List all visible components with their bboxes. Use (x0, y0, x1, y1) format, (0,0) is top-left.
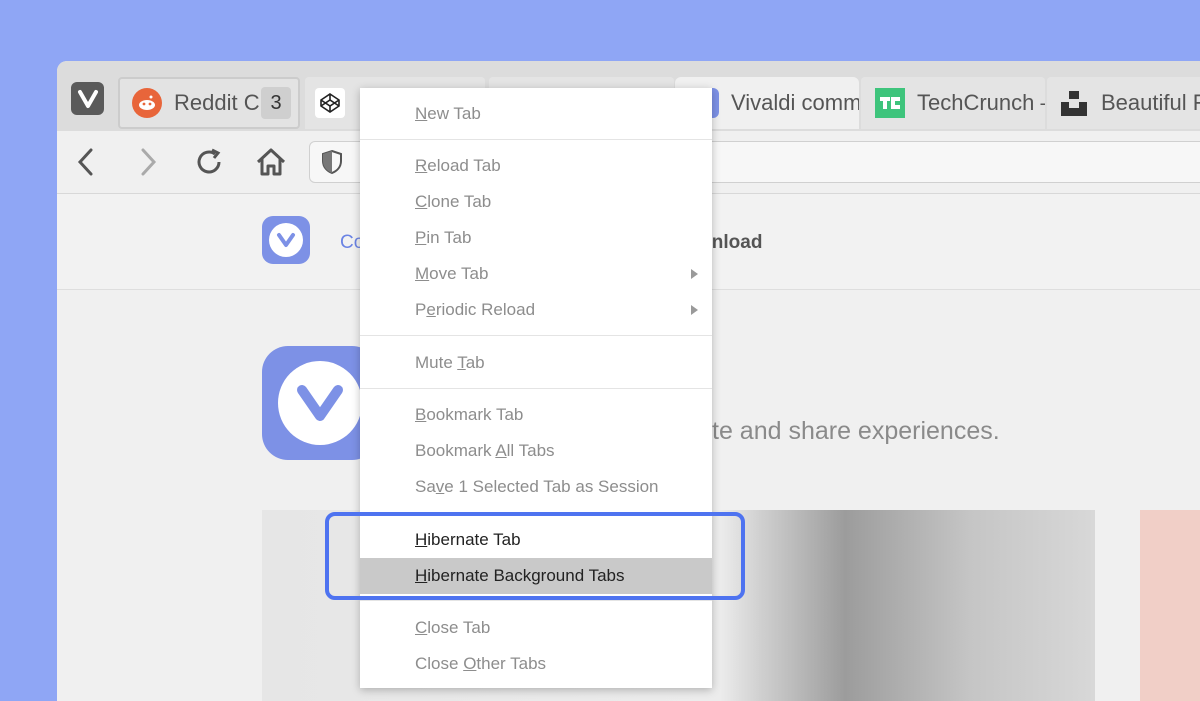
vivaldi-logo-icon (77, 89, 98, 108)
vivaldi-menu-button[interactable] (71, 82, 104, 115)
reddit-icon (132, 88, 162, 118)
menu-separator (360, 388, 712, 389)
vivaldi-logo-icon[interactable] (262, 216, 310, 264)
menu-item-clone-tab[interactable]: Clone Tab (360, 184, 712, 220)
menu-item-save-session[interactable]: Save 1 Selected Tab as Session (360, 469, 712, 505)
menu-separator (360, 600, 712, 601)
menu-item-label: Save 1 Selected Tab as Session (415, 477, 659, 496)
menu-item-label: New Tab (415, 104, 481, 123)
menu-item-label: Move Tab (415, 264, 489, 283)
menu-item-label: Periodic Reload (415, 300, 536, 319)
menu-item-reload-tab[interactable]: Reload Tab (360, 148, 712, 184)
home-button[interactable] (254, 145, 288, 179)
menu-item-periodic-reload[interactable]: Periodic Reload (360, 292, 712, 328)
menu-item-label: Bookmark All Tabs (415, 441, 555, 460)
side-image (1140, 510, 1200, 701)
menu-item-label: Reload Tab (415, 156, 501, 175)
shield-icon[interactable] (320, 149, 344, 180)
forward-icon (141, 148, 157, 176)
reload-button[interactable] (192, 145, 226, 179)
tab-stack-count-badge: 3 (261, 87, 291, 119)
menu-item-label: Close Other Tabs (415, 654, 547, 673)
tab-label: Vivaldi comm (731, 90, 859, 115)
tab-unsplash[interactable]: Beautiful F (1047, 77, 1200, 129)
menu-item-pin-tab[interactable]: Pin Tab (360, 220, 712, 256)
menu-separator (360, 139, 712, 140)
submenu-arrow-icon (691, 269, 698, 279)
menu-item-mute-tab[interactable]: Mute Tab (360, 345, 712, 381)
menu-item-bookmark-tab[interactable]: Bookmark Tab (360, 397, 712, 433)
highlight-outline (325, 512, 745, 600)
menu-item-label: Mute Tab (415, 353, 485, 372)
back-button[interactable] (69, 145, 103, 179)
unsplash-icon (1059, 88, 1089, 118)
menu-item-new-tab[interactable]: New Tab (360, 96, 712, 132)
menu-item-label: Clone Tab (415, 192, 492, 211)
tab-reddit[interactable]: Reddit Co 3 (118, 77, 300, 129)
hero-subtitle: te and share experiences. (712, 417, 1000, 445)
menu-item-close-other-tabs[interactable]: Close Other Tabs (360, 646, 712, 682)
tab-techcrunch[interactable]: TechCrunch – (861, 77, 1045, 129)
reload-icon (197, 148, 221, 174)
tab-label: TechCrunch – (917, 90, 1045, 115)
menu-item-label: Close Tab (415, 618, 491, 637)
codepen-icon (315, 88, 345, 118)
techcrunch-icon (875, 88, 905, 118)
forward-button[interactable] (131, 145, 165, 179)
menu-item-label: Bookmark Tab (415, 405, 524, 424)
tab-label: Beautiful F (1101, 90, 1200, 115)
menu-item-move-tab[interactable]: Move Tab (360, 256, 712, 292)
submenu-arrow-icon (691, 305, 698, 315)
menu-item-bookmark-all-tabs[interactable]: Bookmark All Tabs (360, 433, 712, 469)
menu-separator (360, 335, 712, 336)
menu-item-label: Pin Tab (415, 228, 472, 247)
home-icon (256, 148, 286, 176)
menu-item-close-tab[interactable]: Close Tab (360, 610, 712, 646)
tab-label: Reddit Co (174, 90, 259, 115)
back-icon (77, 148, 93, 176)
